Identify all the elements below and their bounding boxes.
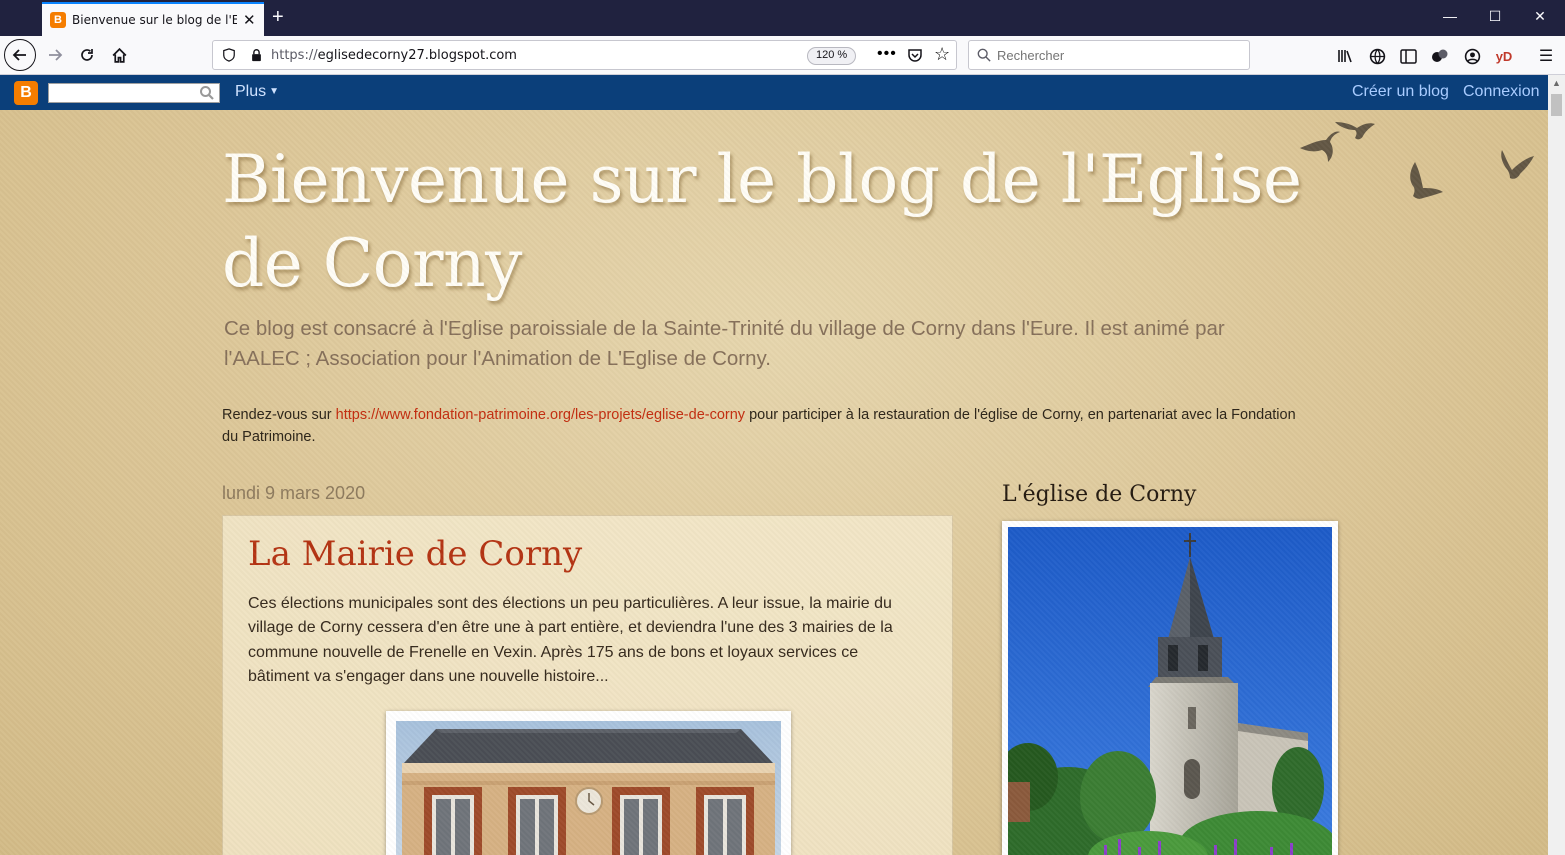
pocket-icon[interactable] bbox=[907, 47, 923, 63]
arrow-right-icon bbox=[49, 49, 63, 61]
search-icon bbox=[977, 48, 991, 62]
zoom-level-badge[interactable]: 120 % bbox=[807, 47, 857, 65]
sidebar-widget-title: L'église de Corny bbox=[1002, 482, 1197, 507]
blog-page: Bienvenue sur le blog de l'Eglise de Cor… bbox=[0, 110, 1548, 855]
hamburger-menu-icon[interactable]: ☰ bbox=[1536, 46, 1556, 66]
new-tab-button[interactable]: + bbox=[272, 6, 284, 28]
church-image bbox=[998, 527, 1338, 855]
scroll-up-arrow-icon[interactable]: ▲ bbox=[1548, 75, 1565, 92]
more-menu-label: Plus bbox=[235, 83, 267, 100]
blog-title[interactable]: Bienvenue sur le blog de l'Eglise de Cor… bbox=[222, 138, 1322, 306]
maximize-window-button[interactable]: ☐ bbox=[1485, 8, 1505, 25]
page-actions-icon[interactable]: ••• bbox=[877, 45, 897, 63]
flying-birds-decoration bbox=[1300, 122, 1534, 199]
close-window-button[interactable]: ✕ bbox=[1530, 8, 1550, 25]
home-icon bbox=[112, 47, 126, 63]
blog-search-input[interactable] bbox=[48, 83, 220, 103]
blog-description: Ce blog est consacré à l'Eglise paroissi… bbox=[224, 317, 1225, 370]
fondation-patrimoine-link[interactable]: https://www.fondation-patrimoine.org/les… bbox=[336, 407, 745, 423]
blogger-navbar: B Plus ▼ Créer un blog Connexion bbox=[0, 75, 1548, 110]
bookmark-star-icon[interactable]: ☆ bbox=[934, 44, 950, 65]
extension-masks-icon[interactable] bbox=[1430, 46, 1450, 66]
sidebar-toggle-icon[interactable] bbox=[1398, 46, 1418, 66]
notice-prefix: Rendez-vous sur bbox=[222, 407, 336, 423]
forward-button[interactable] bbox=[40, 41, 70, 69]
post-body: Ces élections municipales sont des élect… bbox=[248, 595, 893, 686]
search-input[interactable] bbox=[997, 47, 1237, 63]
caret-down-icon: ▼ bbox=[269, 86, 280, 97]
url-text: https://eglisedecorny27.blogspot.com bbox=[271, 47, 517, 63]
church-photo[interactable] bbox=[998, 521, 1338, 855]
post-date-header: lundi 9 mars 2020 bbox=[222, 483, 366, 503]
town-hall-photo[interactable] bbox=[386, 711, 791, 855]
window-titlebar: B Bienvenue sur le blog de l'Eglise ✕ + … bbox=[0, 0, 1565, 36]
minimize-window-button[interactable]: — bbox=[1440, 8, 1460, 24]
blog-post: La Mairie de Corny Ces élections municip… bbox=[222, 515, 953, 855]
lock-icon[interactable] bbox=[250, 48, 263, 62]
reload-icon bbox=[81, 49, 93, 61]
more-menu[interactable]: Plus ▼ bbox=[235, 83, 279, 101]
account-icon[interactable] bbox=[1462, 46, 1482, 66]
arrow-left-icon bbox=[12, 49, 26, 61]
town-hall-image bbox=[396, 721, 781, 855]
close-tab-icon[interactable]: ✕ bbox=[243, 13, 256, 28]
scrollbar-thumb[interactable] bbox=[1551, 94, 1562, 116]
reload-button[interactable] bbox=[72, 41, 102, 69]
back-button[interactable] bbox=[4, 39, 36, 71]
shield-icon[interactable] bbox=[222, 48, 236, 62]
create-blog-link[interactable]: Créer un blog bbox=[1352, 83, 1449, 101]
page-scrollbar[interactable]: ▲ bbox=[1548, 75, 1565, 855]
extension-globe-icon[interactable] bbox=[1367, 46, 1387, 66]
browser-tab-active[interactable]: B Bienvenue sur le blog de l'Eglise ✕ bbox=[42, 2, 264, 36]
browser-toolbar: https://eglisedecorny27.blogspot.com 120… bbox=[0, 36, 1565, 75]
home-button[interactable] bbox=[104, 41, 134, 69]
search-icon[interactable] bbox=[199, 85, 215, 101]
library-icon[interactable] bbox=[1335, 46, 1355, 66]
yd-extension-button[interactable]: yD bbox=[1494, 46, 1514, 66]
login-link[interactable]: Connexion bbox=[1463, 83, 1540, 101]
search-bar[interactable] bbox=[968, 40, 1250, 70]
blogger-favicon-icon: B bbox=[50, 12, 66, 28]
post-title[interactable]: La Mairie de Corny bbox=[248, 534, 582, 574]
address-bar[interactable]: https://eglisedecorny27.blogspot.com 120… bbox=[212, 40, 957, 70]
blogger-logo-icon[interactable]: B bbox=[14, 81, 38, 105]
donation-notice: Rendez-vous sur https://www.fondation-pa… bbox=[222, 404, 1312, 448]
tab-title: Bienvenue sur le blog de l'Eglise bbox=[72, 13, 237, 27]
